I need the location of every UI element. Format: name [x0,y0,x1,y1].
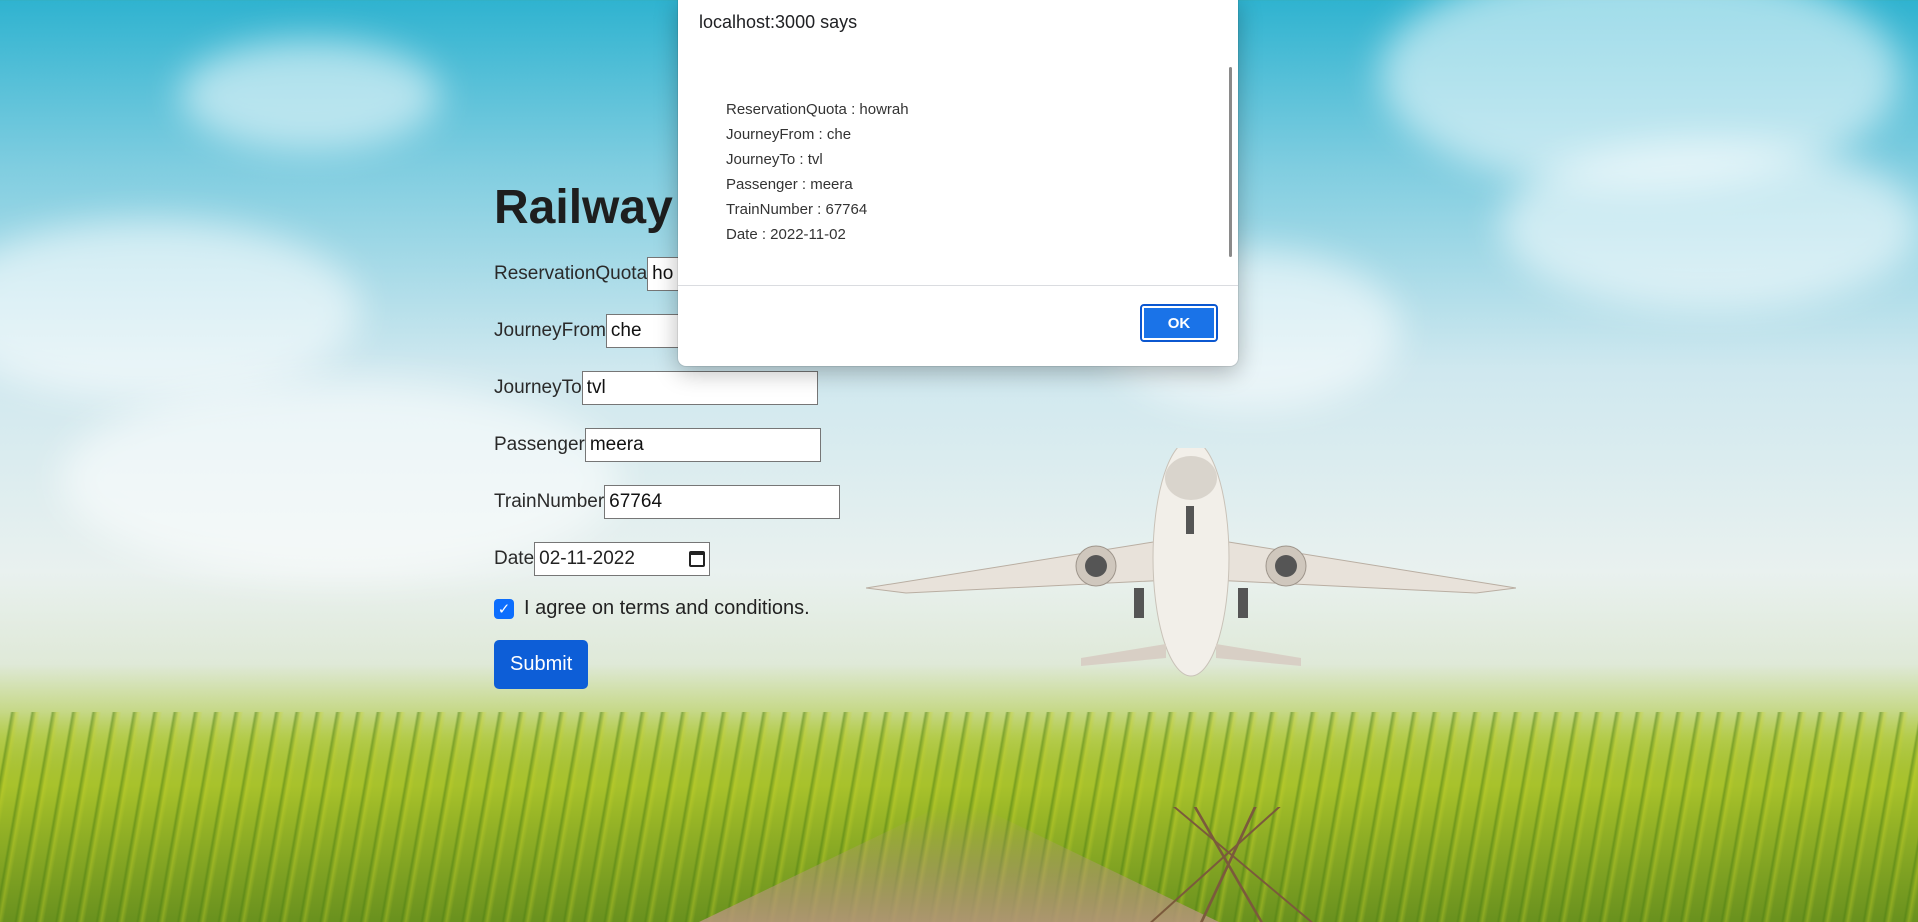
dialog-scrollbar[interactable] [1229,67,1232,257]
train-number-row: TrainNumber [494,483,883,520]
dialog-line: ReservationQuota : howrah [726,101,909,118]
dialog-title: localhost:3000 says [699,12,858,32]
date-row: Date 02-11-2022 [494,540,883,577]
terms-checkbox[interactable]: ✓ [494,598,514,619]
calendar-icon[interactable] [689,550,706,567]
terms-label: I agree on terms and conditions. [524,597,810,619]
terms-row: ✓ I agree on terms and conditions. [494,597,883,620]
airplane-image [866,448,1516,677]
dialog-line: JourneyFrom : che [726,126,852,143]
passenger-input[interactable] [584,427,821,462]
alert-dialog: localhost:3000 says ReservationQuota : h… [678,0,1238,366]
dialog-message: ReservationQuota : howrah JourneyFrom : … [726,97,909,247]
journey-to-row: JourneyTo [494,369,883,406]
dialog-line: Passenger : meera [726,176,853,193]
submit-button[interactable]: Submit [494,640,589,689]
date-label: Date [494,547,535,569]
date-value: 02-11-2022 [539,547,635,569]
reservation-quota-label: ReservationQuota [494,262,648,284]
passenger-row: Passenger [494,426,883,463]
dialog-line: JourneyTo : tvl [726,151,823,168]
passenger-label: Passenger [494,433,585,455]
dialog-body: ReservationQuota : howrah JourneyFrom : … [678,47,1238,286]
date-input[interactable]: 02-11-2022 [534,541,711,576]
dialog-line: TrainNumber : 67764 [726,201,868,218]
dialog-line: Date : 2022-11-02 [726,226,846,243]
train-number-label: TrainNumber [494,490,605,512]
journey-from-label: JourneyFrom [494,319,606,341]
journey-to-label: JourneyTo [494,376,582,398]
ok-button[interactable]: OK [1140,304,1218,342]
train-number-input[interactable] [604,484,841,519]
journey-to-input[interactable] [581,370,818,405]
